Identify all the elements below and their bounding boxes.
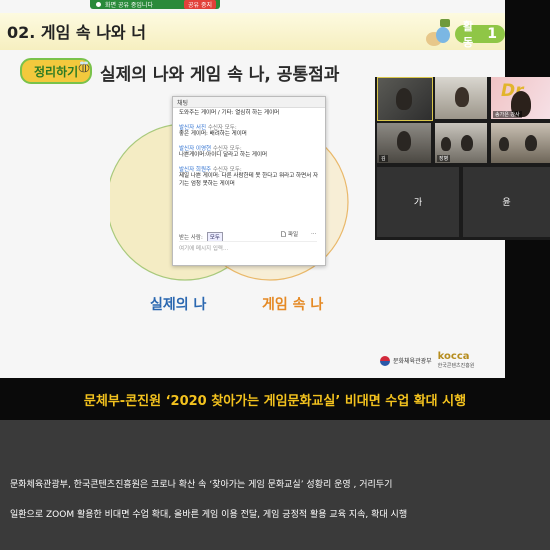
chat-to-label: 받는 사람: — [179, 235, 203, 241]
file-button[interactable]: 파일 — [281, 230, 298, 238]
slide-header: 02. 게임 속 나와 너 활동 1 — [0, 13, 505, 50]
chat-message-text: 제일 나쁜 게이머: 다른 사람한테 못 한다고 뭐라고 하면서 자기는 엄청 … — [179, 172, 319, 187]
chat-message: 도와주는 게이머 / 기타: 열심히 하는 게이머 — [179, 110, 319, 118]
taeguk-icon — [380, 355, 390, 366]
stop-share-button[interactable]: 공유 중지 — [184, 0, 216, 9]
venn-left-label: 실제의 나 — [150, 297, 207, 313]
video-tile[interactable] — [377, 77, 433, 121]
video-tile[interactable]: 장병 — [435, 123, 487, 163]
ministry-logo-text: 문화체육관광부 — [393, 358, 432, 365]
screen-share-bar: 화면 공유 중입니다 공유 중지 — [90, 0, 220, 9]
participant-name: 김 — [379, 155, 388, 162]
participant-name: 윤 — [502, 198, 511, 208]
ministry-logo: 문화체육관광부 — [380, 355, 432, 366]
participant-name: 가 — [413, 198, 423, 208]
activity-number: 1 — [487, 26, 497, 42]
chat-message-text: 나쁜게이머:아이디 달라고 하는 게이머 — [179, 151, 268, 158]
caption-line: 일환으로 ZOOM 활용한 비대면 수업 확대, 올바른 게임 이용 전달, 게… — [10, 510, 408, 520]
video-tile[interactable]: 김 — [377, 123, 431, 163]
mascot-icon — [426, 19, 450, 46]
video-tile-camera-off[interactable]: 가 — [377, 167, 459, 237]
bee-icon — [78, 61, 90, 73]
chat-message: 발신자 서진 수신자 모두: 좋은 게이머: 배려하는 게이머 — [179, 123, 319, 139]
kocca-logo-text: kocca — [437, 351, 470, 362]
chat-message-text: 도와주는 게이머 / 기타: 열심히 하는 게이머 — [179, 110, 280, 116]
kocca-logo-subtext: 한국콘텐츠진흥원 — [437, 363, 475, 369]
more-options-button[interactable]: ... — [311, 230, 316, 236]
video-gallery: Dr 송가은 강사 김 장병 가 윤 — [375, 77, 550, 240]
share-status-icon — [96, 2, 101, 7]
chat-messages[interactable]: 도와주는 게이머 / 기타: 열심히 하는 게이머 발신자 서진 수신자 모두:… — [173, 108, 325, 196]
video-tile-camera-off[interactable]: 윤 — [463, 167, 550, 237]
participant-name: 송가은 강사 — [493, 111, 522, 118]
article-headline: 문체부-콘진원 ‘2020 찾아가는 게임문화교실’ 비대면 수업 확대 시행 — [83, 394, 467, 409]
footer-logos: 문화체육관광부 kocca 한국콘텐츠진흥원 — [380, 352, 474, 369]
chat-message-input[interactable]: 여기에 메시지 입력... — [179, 241, 317, 260]
chat-message: 발신자 이영현 수신자 모두: 나쁜게이머:아이디 달라고 하는 게이머 — [179, 144, 319, 160]
video-tile-instructor[interactable]: Dr 송가은 강사 — [491, 77, 550, 119]
video-tile[interactable] — [435, 77, 487, 119]
activity-label: 활동 — [463, 20, 474, 49]
file-icon — [281, 231, 286, 237]
venn-right-label: 게임 속 나 — [262, 297, 324, 313]
kocca-logo: kocca 한국콘텐츠진흥원 — [437, 351, 475, 370]
share-status-text: 화면 공유 중입니다 — [105, 2, 153, 9]
chat-message-text: 좋은 게이머: 배려하는 게이머 — [179, 130, 247, 137]
chat-message: 발신자 희원주 수신자 모두: 제일 나쁜 게이머: 다른 사람한테 못 한다고… — [179, 165, 319, 189]
slide-subtitle: 실제의 나와 게임 속 나, 공통점과 — [100, 65, 340, 85]
file-label: 파일 — [288, 232, 299, 238]
caption-line: 문화체육관광부, 한국콘텐츠진흥원은 코로나 확산 속 ‘찾아가는 게임 문화교… — [10, 480, 393, 490]
video-tile[interactable] — [491, 123, 550, 163]
chat-title: 채팅 — [173, 97, 325, 108]
participant-name: 장병 — [437, 155, 451, 162]
activity-badge: 활동 1 — [455, 20, 505, 49]
article-caption: 문화체육관광부, 한국콘텐츠진흥원은 코로나 확산 속 ‘찾아가는 게임 문화교… — [0, 420, 550, 550]
slide-title: 02. 게임 속 나와 너 — [7, 23, 146, 42]
chat-window[interactable]: 채팅 도와주는 게이머 / 기타: 열심히 하는 게이머 발신자 서진 수신자 … — [172, 96, 326, 266]
